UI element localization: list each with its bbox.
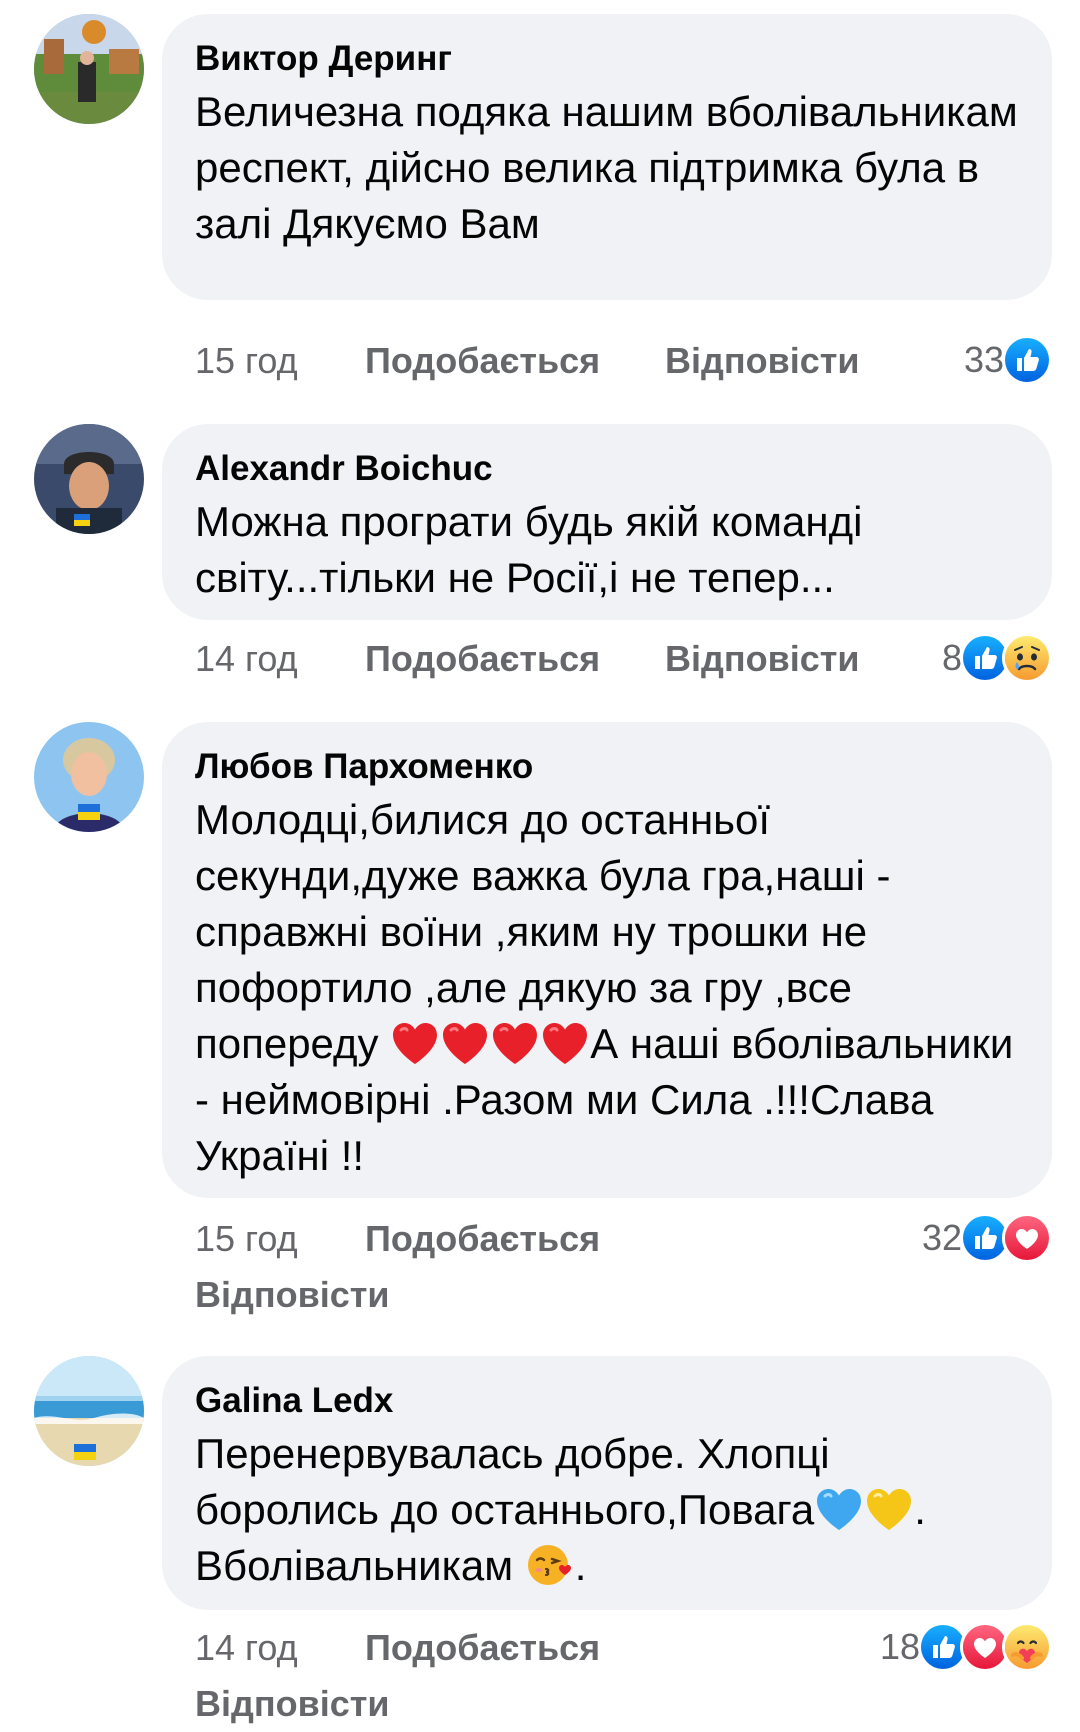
reaction-count: 18 xyxy=(879,1626,920,1667)
red-heart-icon xyxy=(390,1020,440,1066)
like-button[interactable]: Подобається xyxy=(365,1218,600,1260)
red-heart-icon xyxy=(490,1020,540,1066)
comment-bubble: Любов Пархоменко Молодці,билися до остан… xyxy=(162,722,1052,1198)
comment-author[interactable]: Alexandr Boichuc xyxy=(195,446,1019,492)
comment-time[interactable]: 15 год xyxy=(195,1218,298,1260)
reaction-count: 33 xyxy=(963,339,1004,380)
comment-bubble: Виктор Деринг Величезна подяка нашим вбо… xyxy=(162,14,1052,300)
like-button[interactable]: Подобається xyxy=(365,340,600,382)
comment-text-part: . xyxy=(574,1542,587,1589)
avatar[interactable] xyxy=(34,1356,144,1466)
reaction-summary[interactable]: 32 xyxy=(921,1213,1052,1263)
sad-icon xyxy=(1002,633,1052,683)
reply-button[interactable]: Відповісти xyxy=(195,1274,390,1316)
comment-author[interactable]: Galina Ledx xyxy=(195,1378,1019,1424)
reply-button[interactable]: Відповісти xyxy=(195,1683,390,1725)
kiss-face-icon xyxy=(525,1542,575,1588)
love-icon xyxy=(1002,1213,1052,1263)
reply-button[interactable]: Відповісти xyxy=(665,638,860,680)
avatar[interactable] xyxy=(34,14,144,124)
avatar[interactable] xyxy=(34,722,144,832)
comment-author[interactable]: Любов Пархоменко xyxy=(195,744,1019,790)
comment-text-part: Перенервувалась добре. Хлопці боролись д… xyxy=(195,1430,830,1533)
yellow-heart-icon xyxy=(864,1486,914,1532)
comment-time[interactable]: 14 год xyxy=(195,1627,298,1669)
comment-time[interactable]: 14 год xyxy=(195,638,298,680)
reaction-summary[interactable]: 18 xyxy=(879,1622,1052,1672)
reaction-summary[interactable]: 8 xyxy=(941,633,1052,683)
comment-text: Перенервувалась добре. Хлопці боролись д… xyxy=(195,1426,1019,1594)
like-icon xyxy=(1002,335,1052,385)
blue-heart-icon xyxy=(814,1486,864,1532)
comment-text: Можна програти будь якій команді світу..… xyxy=(195,498,863,601)
comment-time[interactable]: 15 год xyxy=(195,340,298,382)
reaction-count: 32 xyxy=(921,1217,962,1258)
care-icon xyxy=(1002,1622,1052,1672)
like-button[interactable]: Подобається xyxy=(365,638,600,680)
reaction-count: 8 xyxy=(941,637,962,678)
comment-bubble: Galina Ledx Перенервувалась добре. Хлопц… xyxy=(162,1356,1052,1610)
reaction-summary[interactable]: 33 xyxy=(963,335,1052,385)
comment-text: Величезна подяка нашим вболівальникам ре… xyxy=(195,88,1018,247)
avatar[interactable] xyxy=(34,424,144,534)
comment-bubble: Alexandr Boichuc Можна програти будь які… xyxy=(162,424,1052,620)
comment-author[interactable]: Виктор Деринг xyxy=(195,36,1019,82)
like-button[interactable]: Подобається xyxy=(365,1627,600,1669)
red-heart-icon xyxy=(440,1020,490,1066)
red-heart-icon xyxy=(540,1020,590,1066)
comment-text: Молодці,билися до останньої секунди,дуже… xyxy=(195,792,1019,1184)
reply-button[interactable]: Відповісти xyxy=(665,340,860,382)
